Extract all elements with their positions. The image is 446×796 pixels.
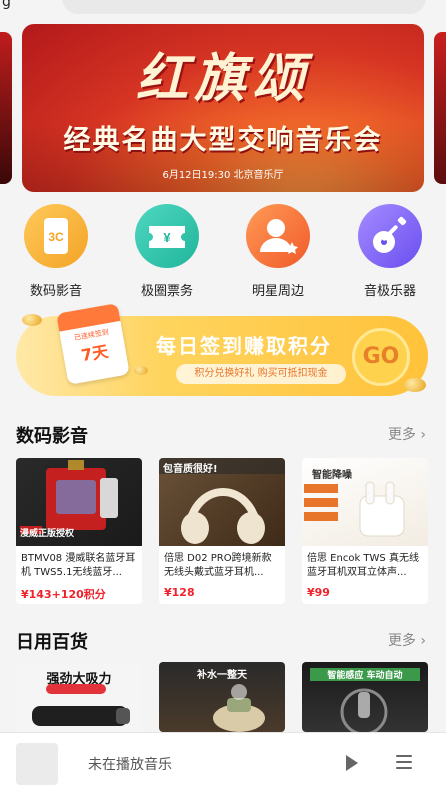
product-badge: 智能降噪 — [312, 470, 352, 481]
coin-decoration — [134, 366, 148, 375]
signin-title: 每日签到赚取积分 — [156, 334, 332, 358]
coin-decoration — [22, 314, 42, 326]
more-link-digital[interactable]: 更多 › — [388, 424, 426, 444]
mini-player[interactable]: 未在播放音乐 — [0, 732, 446, 796]
category-digital-av[interactable]: 3C 数码影音 — [6, 204, 106, 299]
ticket-icon: ¥ — [135, 204, 199, 268]
product-row-daily: 强劲大吸力 补水一整天 智能感应 车动自动 — [16, 662, 430, 732]
3c-device-icon: 3C — [24, 204, 88, 268]
product-image: 包音质很好! — [159, 458, 285, 546]
chevron-right-icon: › — [420, 633, 426, 649]
product-price: ¥99 — [307, 586, 330, 599]
svg-text:3C: 3C — [48, 230, 64, 244]
product-price: ¥128 — [164, 586, 195, 599]
svg-text:¥: ¥ — [163, 230, 171, 245]
more-link-daily[interactable]: 更多 › — [388, 630, 426, 650]
banner-slide[interactable]: 红旗颂 经典名曲大型交响音乐会 6月12日19:30 北京音乐厅 — [22, 24, 424, 192]
album-art-placeholder — [16, 743, 58, 785]
product-name: 倍思 D02 PRO跨境新款无线头戴式蓝牙耳机... — [164, 553, 272, 578]
signin-go-button[interactable]: GO — [352, 328, 410, 386]
banner-subtitle: 经典名曲大型交响音乐会 — [63, 125, 383, 156]
category-instruments[interactable]: 音极乐器 — [340, 204, 440, 299]
calendar-icon: 已连续签到 7天 — [56, 303, 130, 385]
product-name: BTMV08 漫威联名蓝牙耳机 TWS5.1无线蓝牙... — [21, 553, 136, 578]
category-grid: 3C 数码影音 ¥ 极圈票务 明星周边 音极乐器 — [0, 204, 446, 304]
category-label: 数码影音 — [29, 284, 82, 299]
category-star-merch[interactable]: 明星周边 — [228, 204, 328, 299]
more-label: 更多 — [387, 633, 416, 649]
more-label: 更多 — [387, 427, 416, 443]
product-badge: 漫威正版授权 — [20, 529, 75, 539]
product-row-digital: 漫威正版授权 BTMV08 漫威联名蓝牙耳机 TWS5.1无线蓝牙... ¥14… — [16, 458, 430, 604]
section-title-daily: 日用百货 — [16, 632, 88, 653]
product-card[interactable]: 智能感应 车动自动 — [302, 662, 428, 732]
daily-signin-banner[interactable]: 已连续签到 7天 每日签到赚取积分 积分兑换好礼 购买可抵扣现金 GO — [16, 303, 428, 396]
product-price: ¥143+120积分 — [21, 588, 106, 601]
category-label: 明星周边 — [251, 284, 304, 299]
product-badge: 包音质很好! — [163, 464, 218, 475]
product-card[interactable]: 漫威正版授权 BTMV08 漫威联名蓝牙耳机 TWS5.1无线蓝牙... ¥14… — [16, 458, 142, 604]
banner-carousel[interactable]: 红旗颂 经典名曲大型交响音乐会 6月12日19:30 北京音乐厅 — [0, 24, 446, 192]
chevron-right-icon: › — [420, 427, 426, 443]
status-glyph: g — [2, 0, 11, 10]
category-label: 音极乐器 — [363, 284, 416, 299]
star-person-icon — [246, 204, 310, 268]
play-icon[interactable] — [346, 755, 358, 771]
product-card[interactable]: 强劲大吸力 — [16, 662, 142, 732]
product-image: 漫威正版授权 — [16, 458, 142, 546]
search-bar[interactable] — [62, 0, 426, 14]
product-card[interactable]: 补水一整天 — [159, 662, 285, 732]
guitar-icon — [358, 204, 422, 268]
category-label: 极圈票务 — [140, 284, 193, 299]
banner-prev-peek[interactable] — [0, 32, 12, 184]
playlist-icon[interactable] — [396, 755, 412, 771]
coin-decoration — [404, 378, 426, 392]
banner-date-venue: 6月12日19:30 北京音乐厅 — [162, 170, 284, 181]
player-status: 未在播放音乐 — [88, 757, 172, 773]
top-search-area: g — [0, 0, 446, 20]
banner-next-peek[interactable] — [434, 32, 446, 184]
product-card[interactable]: 包音质很好! 倍思 D02 PRO跨境新款无线头戴式蓝牙耳机... ¥128 — [159, 458, 285, 604]
category-ticketing[interactable]: ¥ 极圈票务 — [117, 204, 217, 299]
product-image: 智能降噪 — [302, 458, 428, 546]
signin-subtitle: 积分兑换好礼 购买可抵扣现金 — [176, 364, 346, 384]
banner-title: 红旗颂 — [135, 48, 310, 109]
product-card[interactable]: 智能降噪 倍思 Encok TWS 真无线蓝牙耳机双耳立体声... ¥99 — [302, 458, 428, 604]
section-title-digital: 数码影音 — [16, 426, 88, 447]
product-name: 倍思 Encok TWS 真无线蓝牙耳机双耳立体声... — [307, 553, 419, 578]
